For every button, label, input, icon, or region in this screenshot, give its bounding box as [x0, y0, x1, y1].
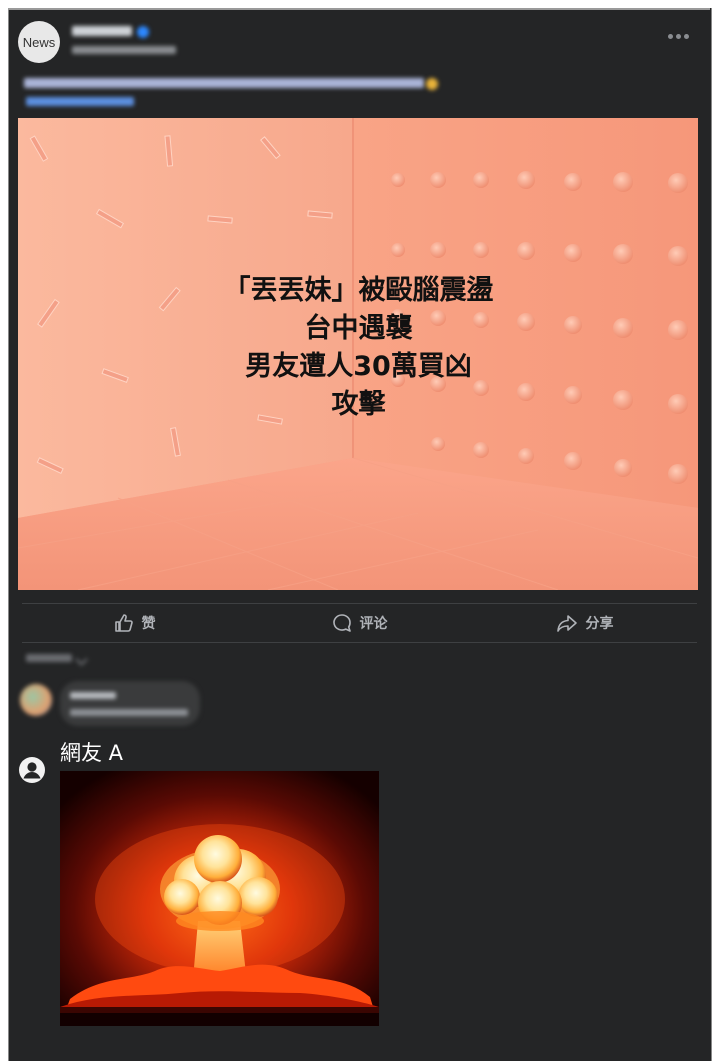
share-label: 分享: [585, 616, 614, 632]
thumbs-up-icon: [114, 613, 134, 633]
commenter-name-redacted[interactable]: [70, 692, 116, 699]
share-button[interactable]: 分享: [472, 604, 697, 642]
page-avatar[interactable]: News: [18, 21, 60, 63]
window-top-border: [8, 8, 710, 10]
comment-button[interactable]: 评论: [247, 604, 472, 642]
caption-emoji-icon: [426, 78, 438, 90]
like-label: 赞: [141, 616, 156, 632]
headline-line-4: 攻擊: [331, 389, 386, 420]
actions-bottom-divider: [22, 642, 697, 643]
explosion-image[interactable]: [60, 771, 379, 1026]
commenter-avatar[interactable]: [20, 684, 52, 716]
comment-bubble-icon: [332, 613, 352, 633]
comment-sort-redacted[interactable]: [26, 654, 72, 662]
user-avatar-icon[interactable]: [19, 757, 45, 783]
post-caption-redacted: [24, 78, 424, 88]
headline-line-2: 台中遇襲: [304, 313, 413, 344]
page-name-redacted[interactable]: [72, 26, 132, 36]
comment-text-redacted: [70, 709, 188, 716]
more-options-icon[interactable]: [668, 34, 690, 40]
comment-author-name[interactable]: 網友 A: [60, 739, 123, 767]
headline-line-1: 「丟丟妹」被毆腦震盪: [223, 275, 494, 306]
comment-bubble-redacted: [60, 681, 200, 726]
verified-badge-icon: [137, 26, 149, 38]
comment-label: 评论: [359, 616, 388, 632]
post-actions-bar: 赞 评论 分享: [22, 604, 697, 642]
caption-link-redacted[interactable]: [26, 97, 134, 106]
like-button[interactable]: 赞: [22, 604, 247, 642]
headline-line-3: 男友遭人30萬買凶: [245, 351, 472, 382]
image-headline: 「丟丟妹」被毆腦震盪 台中遇襲 男友遭人30萬買凶 攻擊: [0, 272, 717, 424]
post-timestamp-redacted[interactable]: [72, 46, 176, 54]
share-arrow-icon: [556, 613, 578, 633]
